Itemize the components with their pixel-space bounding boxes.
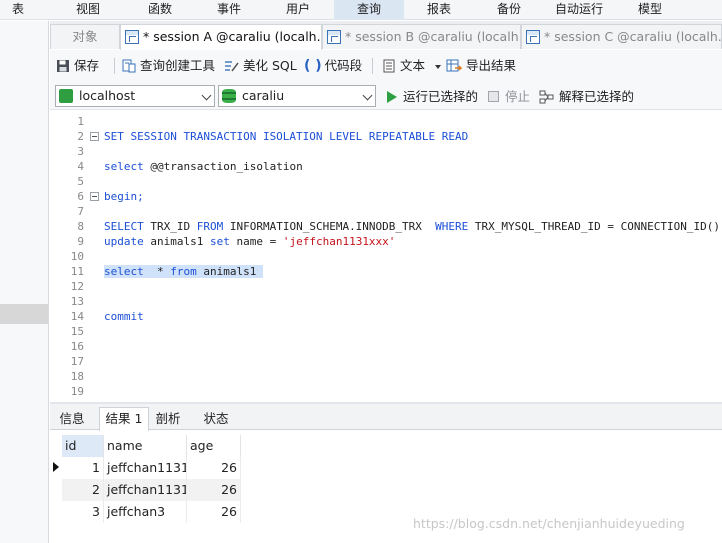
column-header-name[interactable]: name (104, 435, 187, 457)
menu-table[interactable]: 表 (0, 0, 36, 20)
menu-report[interactable]: 报表 (403, 0, 475, 20)
menu-view[interactable]: 视图 (52, 0, 124, 20)
play-icon (387, 90, 397, 103)
chevron-down-icon (201, 90, 212, 101)
line-number: 15 (70, 325, 84, 338)
query-table-icon (327, 30, 341, 44)
navigation-selected-item[interactable] (0, 304, 48, 324)
export-icon (446, 59, 462, 71)
query-builder-button[interactable]: 查询创建工具 (122, 56, 215, 76)
tab-result-1[interactable]: 结果 1 (99, 407, 149, 431)
code-line: commit (104, 310, 144, 323)
tab-bar: 对象 * session A @caraliu (localh... * ses… (50, 21, 722, 50)
line-number: 6 (77, 190, 84, 203)
code-line: update animals1 set name = 'jeffchan1131… (104, 235, 396, 248)
run-selected-button[interactable]: 运行已选择的 (387, 87, 478, 107)
beautify-wand-icon (225, 60, 239, 71)
cell-age[interactable]: 26 (187, 501, 241, 523)
stop-icon (488, 91, 499, 102)
cell-name[interactable]: jeffchan1131 (104, 457, 187, 479)
fold-toggle-icon[interactable] (90, 192, 99, 201)
cell-id[interactable]: 1 (62, 457, 104, 479)
line-number: 12 (70, 280, 84, 293)
line-number: 4 (77, 160, 84, 173)
menu-event[interactable]: 事件 (193, 0, 265, 20)
column-header-age[interactable]: age (187, 435, 241, 457)
menu-function[interactable]: 函数 (124, 0, 196, 20)
line-number: 14 (70, 310, 84, 323)
line-number: 9 (77, 235, 84, 248)
chevron-down-icon (362, 90, 373, 101)
cell-id[interactable]: 2 (62, 479, 104, 501)
beautify-sql-button[interactable]: 美化 SQL (223, 56, 297, 76)
line-number: 10 (70, 250, 84, 263)
cell-name[interactable]: jeffchan1131x (104, 479, 187, 501)
menu-automation[interactable]: 自动运行 (542, 0, 616, 20)
tab-objects[interactable]: 对象 (50, 24, 120, 49)
line-number: 5 (77, 175, 84, 188)
editor-toolbar: 保存 查询创建工具 美化 SQL ( ) 代码段 文本 导出结果 (50, 50, 722, 82)
stop-button[interactable]: 停止 (488, 87, 530, 107)
line-number-gutter: 1 2 3 4 5 6 7 8 9 10 11 12 13 14 15 16 1… (50, 111, 103, 402)
menu-bar: 表 视图 函数 事件 用户 查询 报表 备份 自动运行 模型 (0, 0, 722, 20)
text-document-icon (383, 59, 395, 72)
export-results-button[interactable]: 导出结果 (446, 56, 516, 76)
tab-status[interactable]: 状态 (193, 407, 239, 430)
code-line: SET SESSION TRANSACTION ISOLATION LEVEL … (104, 130, 469, 143)
cell-age[interactable]: 26 (187, 479, 241, 501)
line-number: 19 (70, 385, 84, 398)
code-snippet-icon: ( ) (304, 57, 322, 74)
line-number: 17 (70, 355, 84, 368)
watermark: https://blog.csdn.net/chenjianhuideyuedi… (413, 516, 685, 531)
code-line: SELECT TRX_ID FROM INFORMATION_SCHEMA.IN… (104, 220, 722, 233)
line-number: 1 (77, 115, 84, 128)
code-line: select @@transaction_isolation (104, 160, 303, 173)
tab-session-c[interactable]: * session C @caraliu (localh... (521, 24, 722, 49)
column-header-id[interactable]: id (62, 435, 104, 457)
cell-age[interactable]: 26 (187, 457, 241, 479)
text-mode-button[interactable]: 文本 (383, 56, 441, 76)
server-connection-icon (59, 89, 73, 103)
current-row-indicator-icon (53, 462, 59, 472)
sql-editor[interactable]: 1 2 3 4 5 6 7 8 9 10 11 12 13 14 15 16 1… (50, 111, 722, 402)
dropdown-arrow-icon (435, 64, 441, 69)
cell-id[interactable]: 3 (62, 501, 104, 523)
tab-session-b[interactable]: * session B @caraliu (localh... (322, 24, 521, 49)
line-number: 2 (77, 130, 84, 143)
line-number: 18 (70, 370, 84, 383)
explain-selected-button[interactable]: 解释已选择的 (539, 87, 634, 107)
code-line: begin; (104, 190, 144, 203)
text-selection: select * from animals1 (104, 265, 263, 278)
tab-info[interactable]: 信息 (52, 407, 92, 430)
fold-toggle-icon[interactable] (90, 132, 99, 141)
database-select[interactable]: caraliu (218, 85, 376, 107)
explain-icon (539, 90, 554, 103)
save-icon (57, 59, 69, 72)
line-number: 8 (77, 220, 84, 233)
database-icon (222, 89, 236, 103)
menu-backup[interactable]: 备份 (473, 0, 545, 20)
query-builder-icon (122, 59, 136, 72)
server-select[interactable]: localhost (55, 85, 215, 107)
menu-model[interactable]: 模型 (614, 0, 686, 20)
code-snippet-button[interactable]: ( ) 代码段 (304, 56, 362, 76)
code-line-selected: select * from animals1 (104, 264, 263, 279)
save-button[interactable]: 保存 (56, 56, 99, 76)
line-number: 3 (77, 145, 84, 158)
tab-session-a[interactable]: * session A @caraliu (localh... (120, 24, 322, 50)
line-number: 13 (70, 295, 84, 308)
result-tabs: 信息 结果 1 剖析 状态 (50, 404, 722, 431)
line-number: 11 (70, 265, 84, 278)
query-table-icon (526, 30, 540, 44)
connection-bar: localhost caraliu 运行已选择的 停止 解释已选择的 (50, 82, 722, 110)
line-number: 16 (70, 340, 84, 353)
query-table-icon (125, 30, 139, 44)
menu-user[interactable]: 用户 (262, 0, 334, 20)
menu-query[interactable]: 查询 (334, 0, 404, 20)
line-number: 7 (77, 205, 84, 218)
cell-name[interactable]: jeffchan3 (104, 501, 187, 523)
navigation-panel[interactable] (0, 21, 49, 543)
tab-profile[interactable]: 剖析 (147, 407, 189, 430)
